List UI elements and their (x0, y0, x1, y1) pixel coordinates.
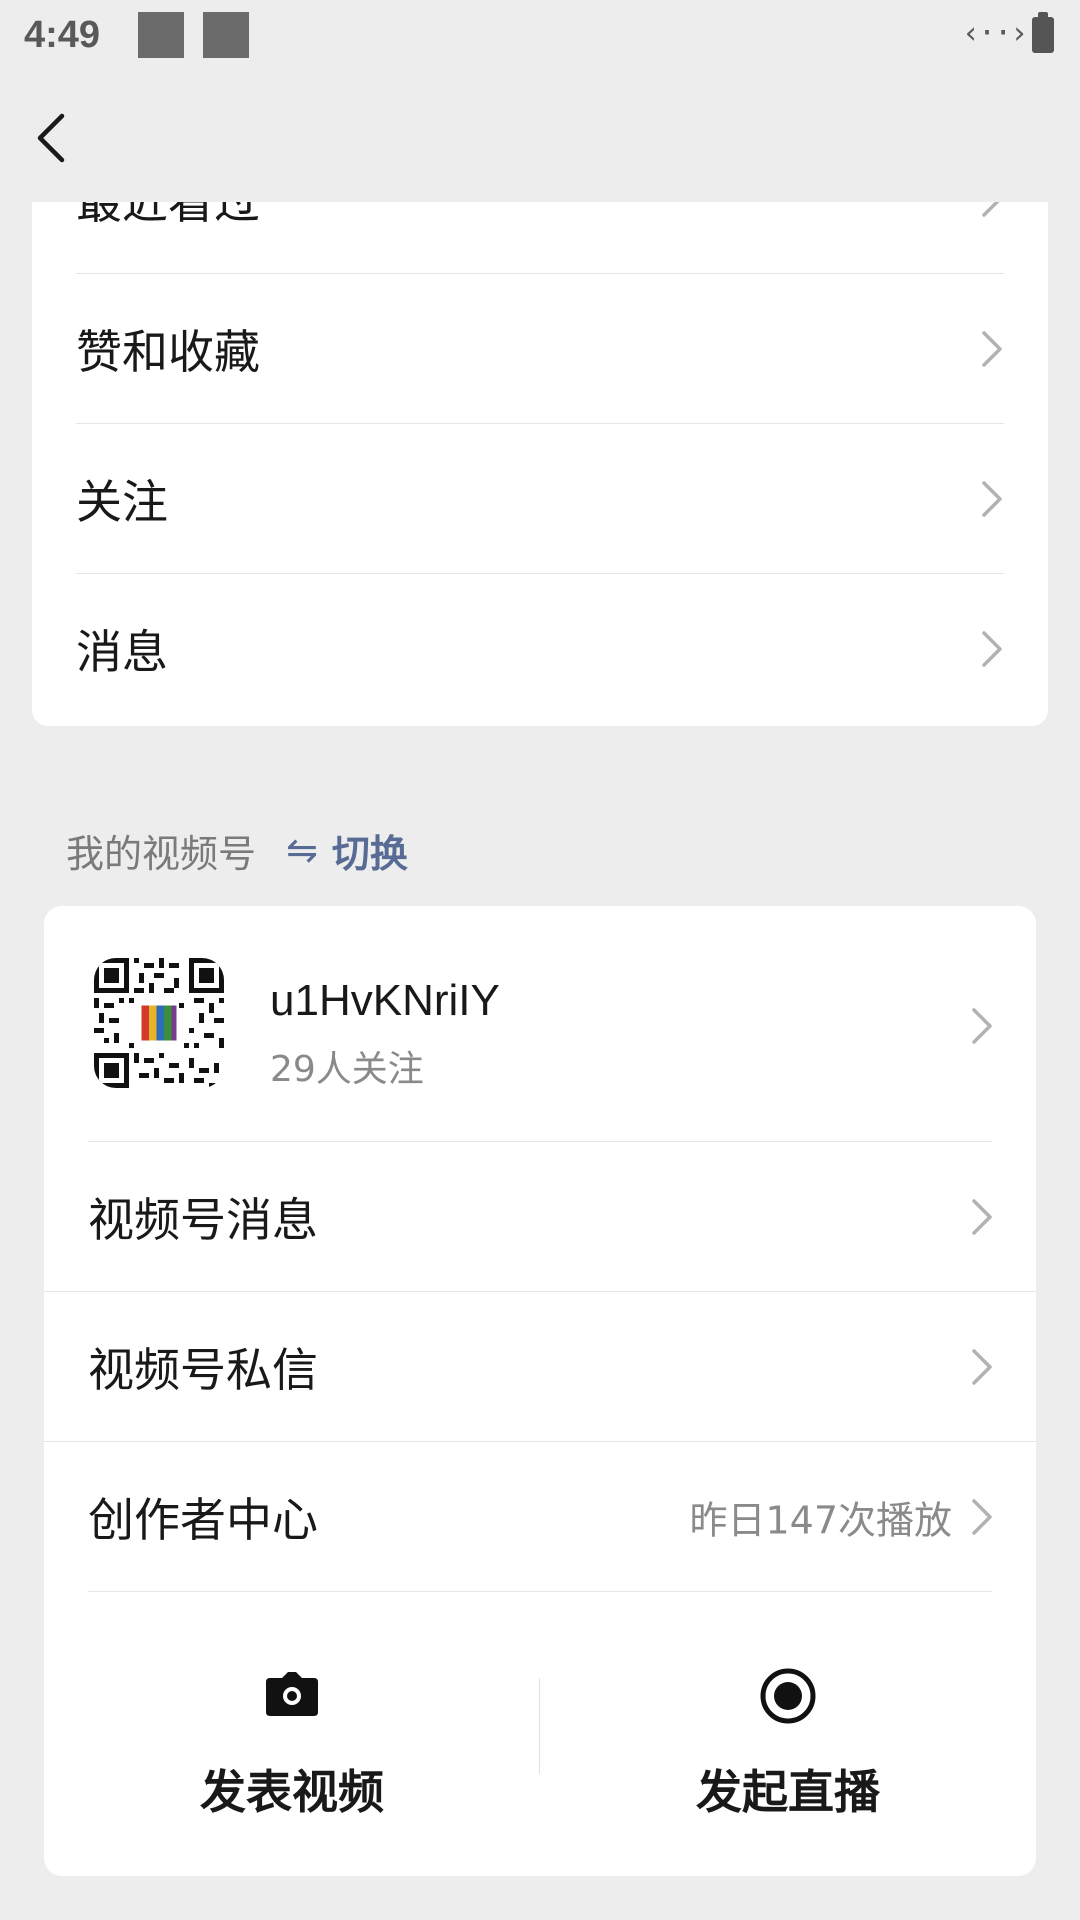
action-label: 发表视频 (200, 1765, 384, 1819)
live-record-icon (760, 1668, 816, 1724)
chevron-right-icon (972, 1349, 992, 1385)
back-button[interactable] (20, 96, 84, 180)
data-transfer-icon: ‹··› (962, 16, 1028, 51)
channel-item-label: 视频号消息 (88, 1193, 318, 1247)
channel-actions: 发表视频 发起直播 (44, 1596, 1036, 1876)
chevron-right-icon (972, 1499, 992, 1535)
channel-item-creator-center[interactable]: 创作者中心 昨日147次播放 (44, 1442, 1036, 1592)
start-live-button[interactable]: 发起直播 (540, 1596, 1036, 1836)
status-bar: 4:49 ‹··› (0, 0, 1080, 76)
divider (88, 1591, 992, 1592)
battery-icon (1032, 12, 1054, 53)
channel-item-label: 视频号私信 (88, 1343, 318, 1397)
qr-avatar-image (94, 958, 224, 1088)
menu-item-label: 赞和收藏 (76, 325, 260, 379)
channel-item-private-messages[interactable]: 视频号私信 (44, 1292, 1036, 1442)
menu-item-recently-viewed[interactable]: 最近看过 (76, 202, 1004, 274)
notification-square-icon (138, 12, 184, 58)
section-title: 我的视频号 (66, 831, 257, 876)
channel-item-messages[interactable]: 视频号消息 (44, 1142, 1036, 1292)
camera-icon (266, 1672, 318, 1716)
switch-arrows-icon: ⇋ (286, 828, 318, 872)
chevron-right-icon (982, 331, 1002, 367)
chevron-right-icon (982, 631, 1002, 667)
chevron-right-icon (982, 202, 1000, 217)
channel-item-label: 创作者中心 (88, 1493, 318, 1547)
avatar (94, 958, 224, 1088)
chevron-right-icon (972, 1199, 992, 1235)
switch-label: 切换 (331, 831, 408, 876)
status-time: 4:49 (24, 14, 101, 56)
channel-profile-row[interactable]: u1HvKNriIY 29人关注 (44, 906, 1036, 1142)
menu-item-label: 最近看过 (76, 202, 260, 229)
menu-item-likes-favorites[interactable]: 赞和收藏 (76, 274, 1004, 424)
chevron-right-icon (972, 1008, 992, 1044)
play-count-value: 昨日147次播放 (689, 1498, 952, 1543)
channel-card: u1HvKNriIY 29人关注 视频号消息 视频号私信 创作者中心 昨日147… (44, 906, 1036, 1876)
follower-count: 29人关注 (270, 1049, 424, 1090)
menu-card: 最近看过 赞和收藏 关注 消息 (32, 202, 1048, 726)
post-video-button[interactable]: 发表视频 (44, 1596, 540, 1836)
menu-item-label: 消息 (76, 625, 168, 679)
menu-item-messages[interactable]: 消息 (76, 574, 1004, 724)
menu-item-following[interactable]: 关注 (76, 424, 1004, 574)
switch-account-link[interactable]: ⇋ 切换 (286, 823, 408, 878)
menu-item-label: 关注 (76, 475, 168, 529)
notification-square-icon (203, 12, 249, 58)
channel-name: u1HvKNriIY (270, 976, 500, 1025)
action-label: 发起直播 (696, 1765, 880, 1819)
channel-section-header: 我的视频号 ⇋ 切换 (66, 820, 408, 880)
chevron-left-icon (37, 113, 65, 163)
chevron-right-icon (982, 481, 1002, 517)
